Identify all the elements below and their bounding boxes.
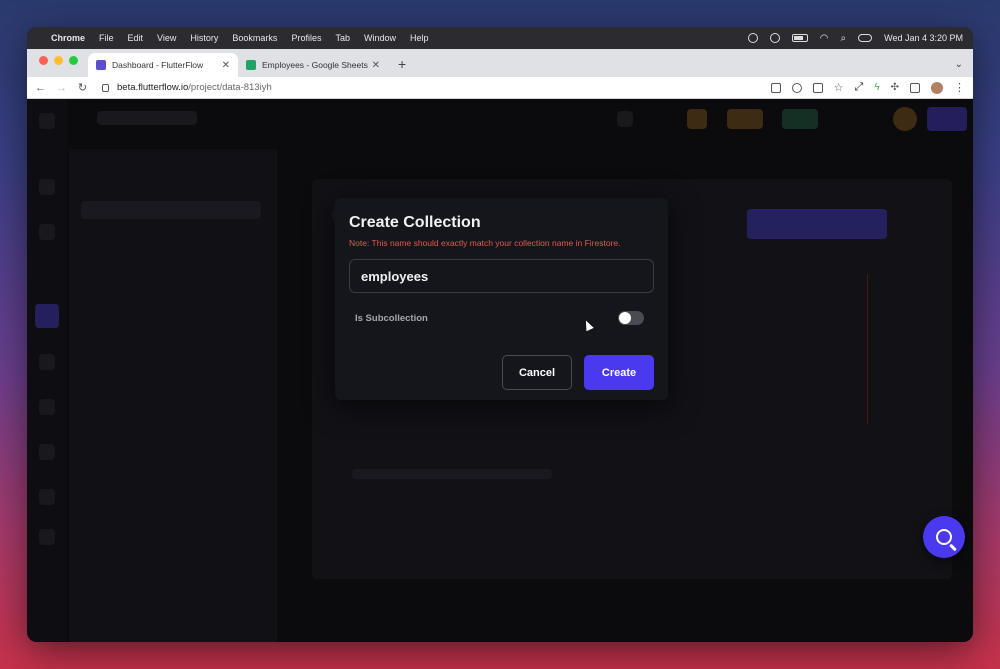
lock-icon[interactable]	[102, 83, 109, 92]
tab-employees-google-sheets[interactable]: Employees - Google Sheets ✕	[238, 53, 388, 77]
menu-app-name[interactable]: Chrome	[51, 33, 85, 43]
window-controls	[39, 56, 78, 65]
side-panel-icon[interactable]	[910, 82, 920, 93]
nav-rail	[27, 99, 67, 642]
dialog-note: Note: This name should exactly match you…	[349, 238, 621, 248]
subcollection-toggle[interactable]	[618, 311, 644, 325]
google-sheets-icon	[246, 60, 256, 70]
help-search-button[interactable]	[923, 516, 965, 558]
mac-menubar: Chrome File Edit View History Bookmarks …	[27, 27, 973, 49]
dialog-title: Create Collection	[349, 214, 481, 231]
create-collection-dialog: Create Collection Note: This name should…	[335, 198, 668, 400]
control-center-icon[interactable]	[858, 34, 873, 42]
nav-icon	[39, 399, 55, 415]
dialog-actions: Cancel Create	[349, 355, 654, 390]
menu-file[interactable]: File	[99, 33, 114, 43]
toolbar-icon	[687, 109, 707, 129]
nav-icon	[39, 444, 55, 460]
user-avatar-placeholder	[893, 107, 917, 131]
toggle-knob	[619, 312, 631, 324]
spotlight-search-icon[interactable]: ⌕	[841, 33, 847, 44]
tab-strip: Dashboard - FlutterFlow ✕ Employees - Go…	[27, 49, 973, 77]
divider	[867, 274, 868, 424]
tab-title: Dashboard - FlutterFlow	[112, 60, 204, 70]
subcollection-row: Is Subcollection	[349, 311, 654, 325]
reload-icon[interactable]: ↻	[77, 81, 88, 94]
menu-profiles[interactable]: Profiles	[291, 33, 321, 43]
logo-icon	[39, 113, 55, 129]
url-domain: beta.flutterflow.io	[117, 82, 189, 93]
maximize-window-button[interactable]	[69, 56, 78, 65]
nav-icon	[39, 529, 55, 545]
share-icon[interactable]	[812, 82, 823, 93]
toolbar-actions: ☆ ⤢ ϟ ✣ ⋮	[770, 81, 965, 94]
menu-window[interactable]: Window	[364, 33, 396, 43]
zoom-icon[interactable]	[791, 82, 802, 93]
forward-arrow-icon[interactable]: →	[56, 82, 67, 94]
browser-window: Chrome File Edit View History Bookmarks …	[27, 27, 973, 642]
search-placeholder	[81, 201, 261, 219]
bookmark-star-icon[interactable]: ☆	[834, 82, 844, 93]
nav-icon	[39, 179, 55, 195]
fullscreen-expand-icon[interactable]: ⤢	[855, 81, 864, 94]
menu-bookmarks[interactable]: Bookmarks	[232, 33, 277, 43]
new-tab-icon[interactable]: +	[398, 56, 406, 72]
more-menu-icon[interactable]: ⋮	[954, 81, 965, 94]
menu-tab[interactable]: Tab	[335, 33, 350, 43]
flutterflow-icon	[96, 60, 106, 70]
cancel-button[interactable]: Cancel	[502, 355, 572, 390]
nav-icon-active	[35, 304, 59, 328]
back-arrow-icon[interactable]: ←	[35, 82, 46, 94]
nav-icon	[39, 489, 55, 505]
menubar-status-area: ◠ ⌕ Wed Jan 4 3:20 PM	[747, 33, 963, 44]
menu-history[interactable]: History	[190, 33, 218, 43]
toolbar-icon	[617, 111, 633, 127]
menubar-datetime[interactable]: Wed Jan 4 3:20 PM	[884, 33, 963, 43]
magnifier-icon	[936, 529, 952, 545]
address-bar: ← → ↻ beta.flutterflow.io/project/data-8…	[27, 77, 973, 99]
menu-view[interactable]: View	[157, 33, 176, 43]
nav-icon	[39, 354, 55, 370]
close-tab-icon[interactable]: ✕	[222, 60, 230, 71]
minimize-window-button[interactable]	[54, 56, 63, 65]
collections-panel	[69, 149, 277, 642]
screen-record-icon[interactable]	[747, 33, 758, 43]
primary-button-placeholder	[747, 209, 887, 239]
play-icon[interactable]	[769, 33, 780, 43]
close-tab-icon[interactable]: ✕	[372, 60, 380, 71]
subcollection-label: Is Subcollection	[355, 312, 428, 324]
battery-icon[interactable]	[791, 34, 808, 42]
wifi-icon[interactable]: ◠	[820, 33, 829, 44]
install-app-icon[interactable]	[770, 82, 781, 93]
tab-title: Employees - Google Sheets	[262, 60, 368, 70]
extension-bolt-icon[interactable]: ϟ	[874, 82, 879, 93]
tab-search-chevron-icon[interactable]: ⌄	[955, 59, 963, 70]
url-path: /project/data-813iyh	[188, 82, 272, 93]
toolbar-icon	[782, 109, 818, 129]
create-button[interactable]: Create	[584, 355, 654, 390]
text-placeholder	[352, 469, 552, 479]
toolbar-icon	[727, 109, 763, 129]
profile-avatar[interactable]	[931, 81, 943, 94]
tab-dashboard-flutterflow[interactable]: Dashboard - FlutterFlow ✕	[88, 53, 238, 77]
url-field[interactable]: beta.flutterflow.io/project/data-813iyh	[102, 82, 272, 93]
collection-name-input[interactable]	[349, 259, 654, 293]
project-title-placeholder	[97, 111, 197, 125]
extensions-puzzle-icon[interactable]: ✣	[891, 82, 899, 93]
toolbar-button-placeholder	[927, 107, 967, 131]
close-window-button[interactable]	[39, 56, 48, 65]
menu-help[interactable]: Help	[410, 33, 429, 43]
nav-icon	[39, 224, 55, 240]
menu-edit[interactable]: Edit	[128, 33, 144, 43]
